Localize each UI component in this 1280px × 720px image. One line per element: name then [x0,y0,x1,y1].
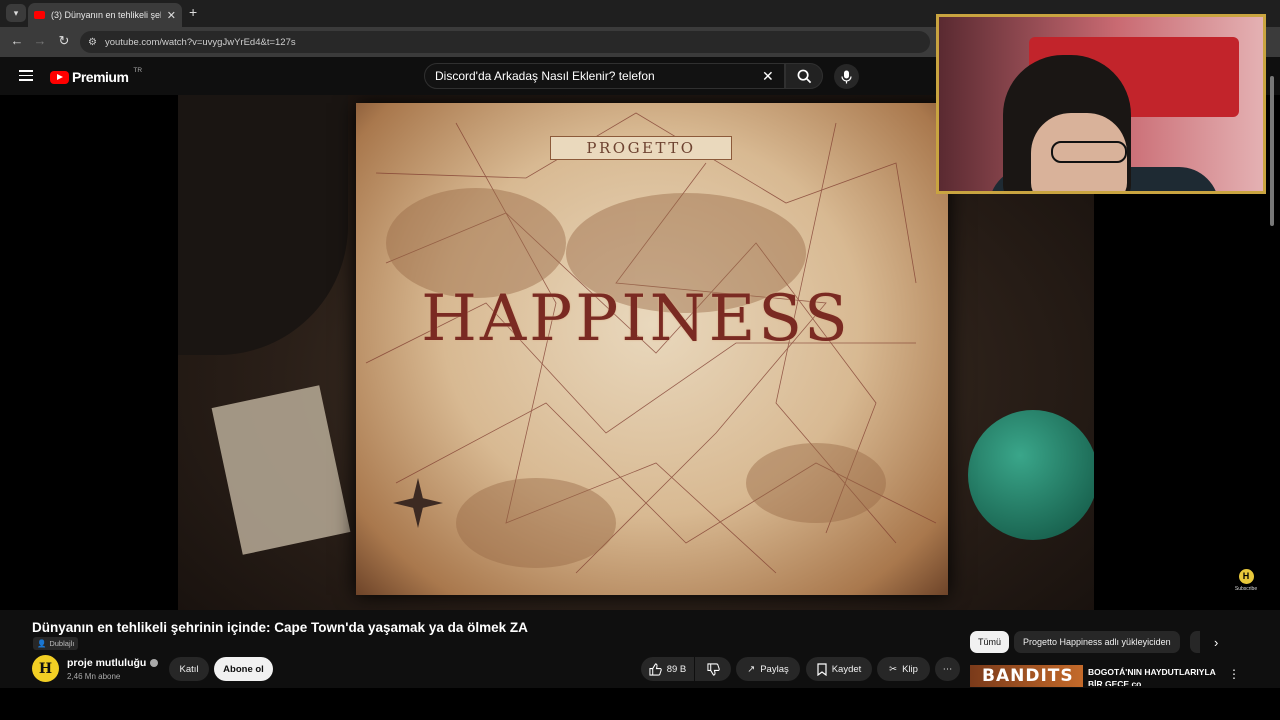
search-button[interactable] [785,63,823,89]
share-icon: ↗ [747,663,756,675]
watermark-logo: H [1238,569,1254,584]
voice-search-button[interactable] [834,64,859,89]
dark-object-decoration [178,95,348,355]
thumbs-up-icon [649,662,662,676]
chip-from-uploader[interactable]: Progetto Happiness adlı yükleyiciden [1014,631,1180,653]
compass-rose-icon [393,478,443,528]
green-lamp-decoration [968,410,1094,540]
subscriber-count: 2,46 Mn abone [67,672,121,681]
youtube-premium-logo[interactable]: Premium TR [50,66,143,85]
join-button[interactable]: Katıl [169,657,209,681]
bookmark-icon [817,662,827,676]
menu-icon[interactable] [19,70,33,81]
webcam-overlay [936,14,1266,194]
site-info-icon[interactable]: ⚙ [88,37,97,48]
save-label: Kaydet [831,663,862,675]
verified-icon [150,659,159,667]
dubbed-icon: 👤 [37,639,47,648]
logo-text: Premium [72,69,129,85]
channel-watermark[interactable]: H Subscribe [1232,569,1260,592]
webcam-person-glasses [1051,141,1127,163]
forward-icon[interactable]: → [31,33,49,48]
progetto-banner: PROGETTO [550,136,732,160]
scissors-icon: ✂ [889,663,898,675]
search-input[interactable] [435,69,755,83]
envelopes-decoration [211,385,351,555]
dislike-button[interactable] [695,657,731,681]
reload-icon[interactable]: ↻ [55,33,73,49]
tab-title: (3) Dünyanın en tehlikeli şehrin [51,10,161,20]
subscribe-button[interactable]: Abone ol [214,657,273,681]
address-bar[interactable]: ⚙ youtube.com/watch?v=uvygJwYrEd4&t=127s [80,31,930,53]
youtube-favicon-icon [34,11,45,19]
url-text: youtube.com/watch?v=uvygJwYrEd4&t=127s [104,36,296,48]
channel-name[interactable]: proje mutluluğu [67,657,159,669]
search-box[interactable] [424,63,785,89]
happiness-title-art: HAPPINESS [421,282,851,356]
thumbs-down-icon [706,662,720,676]
chip-all[interactable]: Tümü [970,631,1010,653]
channel-avatar[interactable]: H [32,655,59,682]
like-count: 89 B [666,663,687,675]
browser-tab-active[interactable]: (3) Dünyanın en tehlikeli şehrin ✕ [28,3,182,27]
tab-search-dropdown-icon[interactable]: ▾ [6,4,26,22]
clear-search-icon[interactable]: ✕ [762,68,774,85]
like-button[interactable]: 89 B [641,657,694,681]
clip-label: Klip [902,663,918,675]
country-code: TR [133,66,143,74]
scrollbar-thumb[interactable] [1270,76,1274,226]
recommended-more-icon[interactable]: ⋮ [1228,667,1240,681]
tab-close-icon[interactable]: ✕ [167,9,176,22]
share-label: Paylaş [760,663,789,675]
page-scrollbar[interactable] [1269,62,1275,232]
recommended-video-title[interactable]: BOGOTÁ'NIN HAYDUTLARIYLA BİR GECE co [1088,666,1223,686]
search-icon [797,69,811,83]
share-button[interactable]: ↗ Paylaş [736,657,800,681]
dubbed-badge: 👤 Dublajlı [33,637,79,650]
chevron-right-icon[interactable]: › [1214,635,1218,650]
new-tab-button[interactable]: + [189,4,197,20]
dubbed-label: Dublajlı [49,639,75,648]
video-title: Dünyanın en tehlikeli şehrinin içinde: C… [32,620,528,635]
bottom-band [0,688,1280,720]
back-icon[interactable]: ← [8,33,26,48]
save-button[interactable]: Kaydet [806,657,872,681]
watermark-label: Subscribe [1234,586,1258,592]
recommended-video-thumbnail[interactable]: BANDITS [970,665,1083,687]
youtube-play-icon [50,70,69,84]
clip-button[interactable]: ✂ Klip [877,657,930,681]
chip-partial[interactable] [1190,631,1200,653]
channel-name-text: proje mutluluğu [67,657,147,669]
microphone-icon [841,70,852,83]
more-actions-button[interactable]: ⋯ [935,657,960,681]
